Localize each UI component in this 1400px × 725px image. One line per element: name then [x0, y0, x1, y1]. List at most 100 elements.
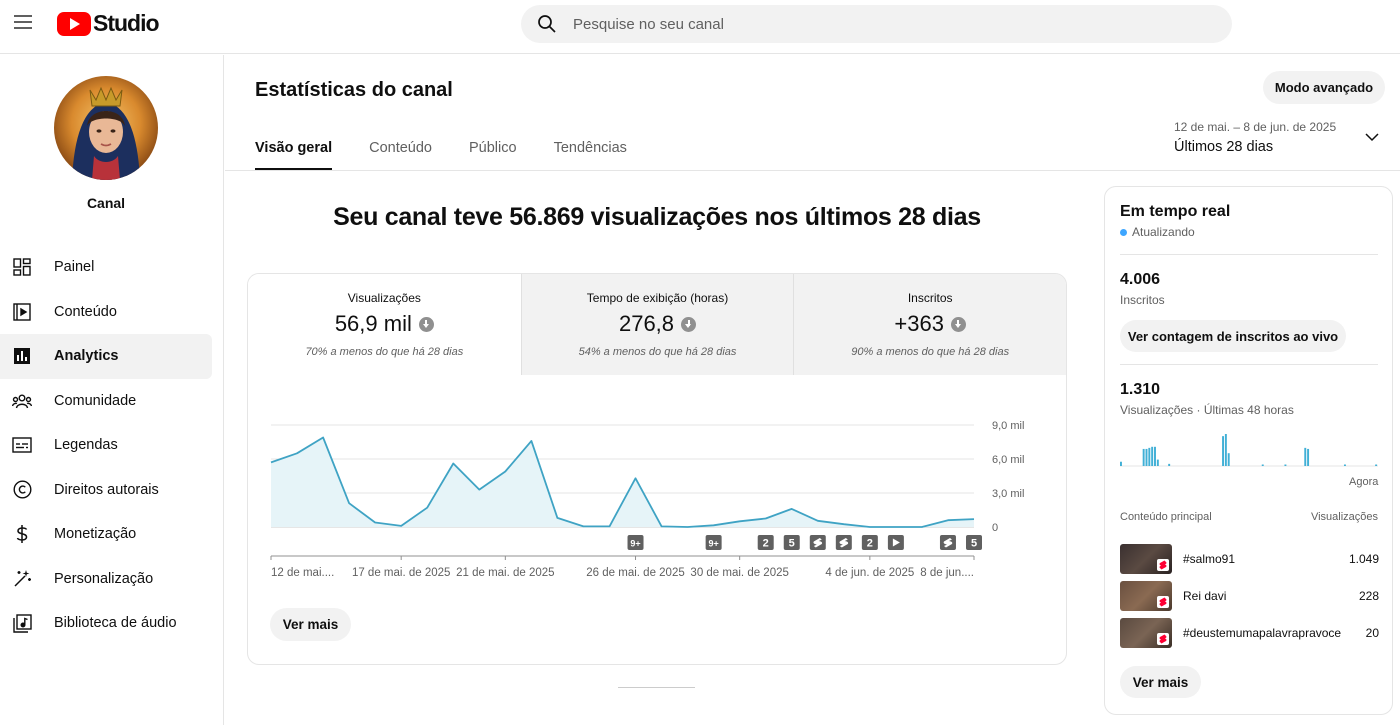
- realtime-bar: [1343, 464, 1346, 466]
- search-input[interactable]: [573, 15, 1173, 33]
- sidebar-item-painel[interactable]: Painel: [0, 245, 212, 290]
- realtime-subscribers-label: Inscritos: [1120, 293, 1165, 307]
- y-tick-label: 9,0 mil: [992, 420, 1024, 432]
- realtime-bar: [1304, 447, 1307, 466]
- metric-tab-subscribers[interactable]: Inscritos +363 90% a menos do que há 28 …: [793, 274, 1066, 375]
- sidebar-item-direitos-autorais[interactable]: Direitos autorais: [0, 468, 212, 513]
- audio-library-icon: [12, 613, 32, 633]
- realtime-bar: [1227, 453, 1230, 466]
- metric-tab-views[interactable]: Visualizações 56,9 mil 70% a menos do qu…: [248, 274, 521, 375]
- header-divider: [225, 170, 1400, 171]
- sidebar-item-label: Direitos autorais: [54, 481, 159, 498]
- metric-value: 276,8: [618, 311, 675, 336]
- metric-value: 56,9 mil: [334, 311, 412, 336]
- tab-publico[interactable]: Público: [469, 126, 517, 171]
- search-icon[interactable]: [537, 14, 557, 34]
- overview-card: Visualizações 56,9 mil 70% a menos do qu…: [247, 273, 1067, 665]
- realtime-status-text: Atualizando: [1132, 225, 1195, 239]
- sidebar-item-comunidade[interactable]: Comunidade: [0, 379, 212, 424]
- tab-tendencias[interactable]: Tendências: [554, 126, 627, 171]
- metric-tab-watch-time[interactable]: Tempo de exibição (horas) 276,8 54% a me…: [520, 274, 794, 375]
- realtime-bar: [1142, 448, 1145, 466]
- chevron-down-icon[interactable]: [1365, 132, 1379, 142]
- live-dot-icon: [1120, 228, 1127, 236]
- divider: [1120, 364, 1378, 365]
- analytics-icon: [12, 346, 32, 366]
- realtime-bar: [1375, 464, 1378, 466]
- realtime-bar: [1151, 446, 1154, 466]
- sidebar-item-label: Legendas: [54, 437, 118, 454]
- tab-visao-geral[interactable]: Visão geral: [255, 126, 333, 171]
- top-content-views: 228: [1358, 589, 1379, 603]
- top-content-metric-header: Visualizações: [1310, 511, 1378, 523]
- upload-marker-count: 2: [867, 538, 873, 550]
- sidebar-item-label: Comunidade: [54, 392, 137, 409]
- metric-comparison: 54% a menos do que há 28 dias: [578, 346, 737, 358]
- views-chart[interactable]: 0 3,0 mil 6,0 mil 9,0 mil 12 de mai.... 17 de…: [248, 375, 1066, 585]
- realtime-bar: [1154, 446, 1156, 466]
- channel-name: Canal: [86, 195, 126, 211]
- upload-marker-count: 5: [971, 538, 977, 550]
- sidebar-item-label: Monetização: [54, 526, 137, 543]
- tab-conteudo[interactable]: Conteúdo: [369, 126, 432, 171]
- hamburger-menu-icon[interactable]: [12, 11, 34, 33]
- sidebar-item-analytics[interactable]: Analytics: [0, 334, 212, 379]
- metric-comparison: 70% a menos do que há 28 dias: [305, 346, 464, 358]
- top-content-views: 20: [1365, 626, 1379, 640]
- metric-label: Tempo de exibição (horas): [586, 291, 729, 305]
- page-title: Estatísticas do canal: [255, 79, 453, 101]
- shorts-icon: [1157, 596, 1169, 608]
- channel-avatar[interactable]: [54, 76, 158, 180]
- metric-value: +363: [894, 311, 944, 336]
- top-content-views: 1.049: [1348, 552, 1379, 566]
- sidebar-item-label: Analytics: [54, 348, 119, 365]
- top-content-header: Conteúdo principal: [1120, 511, 1212, 523]
- magic-wand-icon: [12, 569, 32, 589]
- monetization-icon: [12, 524, 32, 544]
- upload-marker-count: 2: [763, 538, 769, 550]
- realtime-bar: [1168, 463, 1171, 466]
- see-more-button[interactable]: Ver mais: [270, 608, 351, 641]
- arrow-down-icon: [681, 316, 697, 332]
- upload-marker-count: 5: [789, 538, 795, 550]
- sidebar-item-biblioteca-de-audio[interactable]: Biblioteca de áudio: [0, 601, 212, 646]
- youtube-studio-logo[interactable]: Studio: [57, 10, 160, 37]
- x-tick-label: 12 de mai....: [271, 567, 334, 579]
- top-content-row[interactable]: #deustemumapalavrapravoce 20: [1120, 618, 1379, 648]
- shorts-icon: [1157, 633, 1169, 645]
- live-subscriber-count-button[interactable]: Ver contagem de inscritos ao vivo: [1120, 320, 1346, 352]
- y-tick-label: 0: [992, 522, 998, 534]
- top-content-row[interactable]: Rei davi 228: [1120, 581, 1379, 611]
- scroll-indicator: [618, 687, 695, 688]
- arrow-down-icon: [418, 316, 434, 332]
- top-bar: Studio: [0, 0, 1400, 54]
- realtime-bar: [1222, 436, 1225, 466]
- x-tick-label: 30 de mai. de 2025: [690, 567, 788, 579]
- y-tick-label: 6,0 mil: [992, 454, 1024, 466]
- realtime-see-more-button[interactable]: Ver mais: [1120, 666, 1201, 698]
- x-tick-label: 26 de mai. de 2025: [586, 567, 684, 579]
- realtime-bar: [1145, 448, 1148, 466]
- date-range-selector[interactable]: 12 de mai. – 8 de jun. de 2025 Últimos 2…: [1174, 120, 1336, 155]
- sidebar-item-personalizacao[interactable]: Personalização: [0, 557, 212, 602]
- realtime-views-value: 1.310: [1120, 381, 1161, 398]
- sidebar-item-monetizacao[interactable]: Monetização: [0, 512, 212, 557]
- x-tick-label: 21 de mai. de 2025: [456, 567, 554, 579]
- realtime-views-bar-chart[interactable]: [1120, 427, 1380, 469]
- analytics-tabs: Visão geral Conteúdo Público Tendências: [255, 126, 664, 171]
- top-content-title: Rei davi: [1183, 589, 1227, 603]
- metric-label: Inscritos: [907, 291, 953, 305]
- divider: [1120, 254, 1378, 255]
- realtime-views-label: Visualizações · Últimas 48 horas: [1120, 403, 1294, 417]
- youtube-play-icon: [57, 11, 91, 36]
- sidebar-item-conteudo[interactable]: Conteúdo: [0, 290, 212, 335]
- top-content-title: #salmo91: [1183, 552, 1236, 566]
- sidebar-item-legendas[interactable]: Legendas: [0, 423, 212, 468]
- top-content-row[interactable]: #salmo91 1.049: [1120, 544, 1379, 574]
- search-bar[interactable]: [521, 5, 1232, 43]
- realtime-bar: [1156, 459, 1159, 466]
- video-thumbnail: [1120, 544, 1172, 574]
- content-icon: [12, 302, 32, 322]
- community-icon: [12, 391, 32, 411]
- advanced-mode-button[interactable]: Modo avançado: [1263, 71, 1385, 104]
